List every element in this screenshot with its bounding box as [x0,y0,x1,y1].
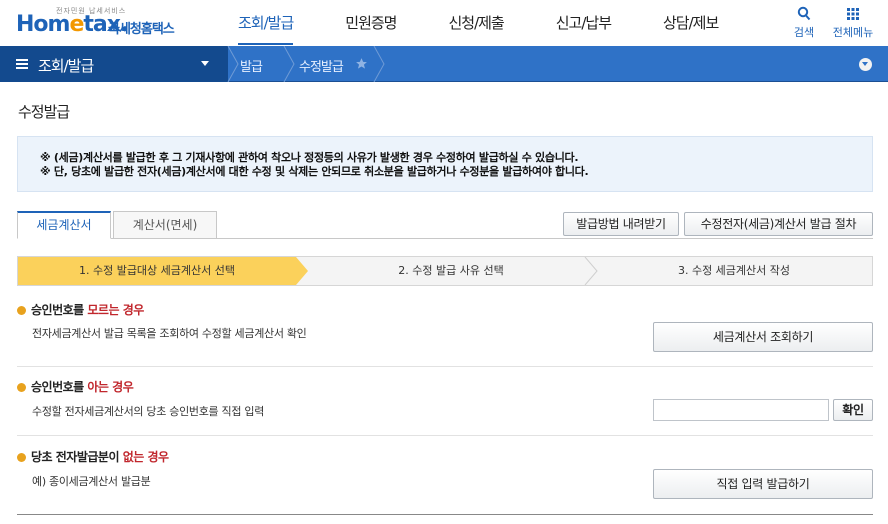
step-3: 3. 수정 세금계산서 작성 [677,264,791,277]
section-divider [17,366,873,367]
bullet-icon [17,306,26,315]
breadcrumb-separator-icon [227,46,239,82]
search-icon [797,6,811,21]
global-nav: 조회/발급 민원증명 신청/제출 신고/납부 상담/제보 [212,0,744,46]
direct-entry-issue-button[interactable]: 직접 입력 발급하기 [653,469,873,499]
section-desc: 예) 종이세금계산서 발급분 [32,475,151,488]
breadcrumb-separator-icon [373,46,385,82]
notice-line: ※ (세금)계산서를 발급한 후 그 기재사항에 관하여 착오나 정정등의 사유… [40,151,579,164]
notice-box: ※ (세금)계산서를 발급한 후 그 기재사항에 관하여 착오나 정정등의 사유… [17,136,873,192]
notice-line: ※ 단, 당초에 발급한 전자(세금)계산서에 대한 수정 및 삭제는 안되므로… [40,165,589,178]
bullet-icon [17,453,26,462]
tab-invoice-exempt[interactable]: 계산서(면세) [113,211,217,239]
location-bar: 조회/발급 발급 수정발급 [0,46,888,82]
procedure-button[interactable]: 수정전자(세금)계산서 발급 절차 [684,212,873,236]
gnb-consult[interactable]: 상담/제보 [637,0,744,46]
gnb-civil-cert[interactable]: 민원증명 [319,0,422,46]
collapse-toggle-icon[interactable] [859,58,872,71]
step-arrow [296,257,308,285]
section-desc: 전자세금계산서 발급 목록을 조회하여 수정할 세금계산서 확인 [32,327,307,340]
step-1-active: 1. 수정 발급대상 세금계산서 선택 [18,257,296,285]
section-menu-dropdown[interactable]: 조회/발급 [0,46,228,82]
search-button[interactable]: 검색 [786,6,822,40]
tab-tax-invoice[interactable]: 세금계산서 [17,211,111,239]
hamburger-icon [16,59,28,69]
gnb-report-pay[interactable]: 신고/납부 [530,0,637,46]
section-divider [17,435,873,436]
page-title: 수정발급 [18,103,70,121]
section-title-unknown-approval: 승인번호를 모르는 경우 [17,301,144,318]
logo-korean-name: 국세청홈택스 [108,22,175,37]
step-2: 2. 수정 발급 사유 선택 [398,264,504,277]
search-label: 검색 [793,26,815,39]
breadcrumb-issue[interactable]: 발급 [240,56,263,75]
hometax-logo[interactable]: 전자민원 납세서비스 Hometax. 국세청홈택스 [16,6,186,40]
section-title-known-approval: 승인번호를 아는 경우 [17,378,134,395]
breadcrumb-modify-issue[interactable]: 수정발급 [299,56,344,75]
grid-menu-icon [847,8,859,20]
section-desc: 수정할 전자세금계산서의 당초 승인번호를 직접 입력 [32,405,265,418]
bottom-divider [17,514,873,515]
bullet-icon [17,383,26,392]
section-label: 조회/발급 [38,57,94,75]
step-indicator: 1. 수정 발급대상 세금계산서 선택 2. 수정 발급 사유 선택 3. 수정… [17,256,873,286]
dropdown-arrow-icon [201,61,209,66]
section-title-no-original: 당초 전자발급분이 없는 경우 [17,448,169,465]
approval-number-input[interactable] [653,399,829,421]
all-menu-label: 전체메뉴 [832,26,874,39]
gnb-apply-submit[interactable]: 신청/제출 [422,0,529,46]
top-header: 전자민원 납세서비스 Hometax. 국세청홈택스 조회/발급 민원증명 신청… [0,0,888,46]
gnb-inquiry-issue[interactable]: 조회/발급 [212,0,319,46]
breadcrumb-separator-icon [283,46,295,82]
favorite-star-icon[interactable] [355,57,368,70]
download-guide-button[interactable]: 발급방법 내려받기 [563,212,679,236]
all-menu-button[interactable]: 전체메뉴 [828,6,878,40]
lookup-invoice-button[interactable]: 세금계산서 조회하기 [653,322,873,352]
confirm-button[interactable]: 확인 [833,399,873,421]
